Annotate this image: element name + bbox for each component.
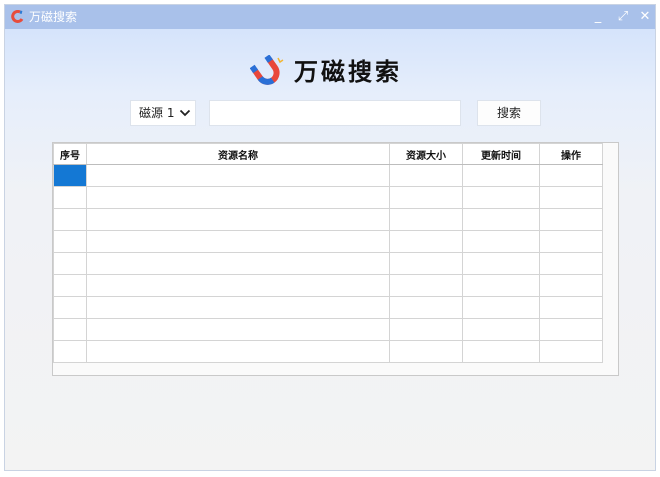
column-header-updated[interactable]: 更新时间 — [462, 143, 540, 165]
table-cell[interactable] — [53, 208, 87, 231]
title-bar[interactable]: 万磁搜索 _ ⤢ ✕ — [5, 5, 655, 29]
table-cell[interactable] — [389, 208, 463, 231]
table-cell[interactable] — [86, 340, 390, 363]
table-cell[interactable] — [462, 230, 540, 253]
table-cell[interactable] — [86, 274, 390, 297]
table-cell[interactable] — [86, 318, 390, 341]
table-cell[interactable] — [389, 296, 463, 319]
table-cell[interactable] — [389, 186, 463, 209]
table-row[interactable] — [53, 252, 603, 275]
table-cell[interactable] — [53, 186, 87, 209]
table-cell[interactable] — [86, 208, 390, 231]
window-title: 万磁搜索 — [29, 10, 78, 24]
table-cell[interactable] — [53, 296, 87, 319]
table-row[interactable] — [53, 230, 603, 253]
table-row[interactable] — [53, 340, 603, 363]
table-cell[interactable] — [53, 252, 87, 275]
table-cell[interactable] — [462, 208, 540, 231]
table-row[interactable] — [53, 296, 603, 319]
table-cell[interactable] — [539, 164, 603, 187]
table-cell[interactable] — [462, 164, 540, 187]
table-cell[interactable] — [53, 164, 87, 187]
search-button[interactable]: 搜索 — [477, 100, 541, 126]
maximize-button[interactable]: ⤢ — [614, 8, 632, 26]
table-row[interactable] — [53, 186, 603, 209]
table-cell[interactable] — [539, 230, 603, 253]
table-cell[interactable] — [53, 230, 87, 253]
magnet-icon — [11, 10, 24, 23]
table-row[interactable] — [53, 318, 603, 341]
table-cell[interactable] — [462, 186, 540, 209]
table-cell[interactable] — [389, 230, 463, 253]
table-cell[interactable] — [389, 274, 463, 297]
table-cell[interactable] — [86, 296, 390, 319]
table-row[interactable] — [53, 164, 603, 187]
magnet-icon — [250, 55, 284, 85]
column-header-size[interactable]: 资源大小 — [389, 143, 463, 165]
search-input[interactable] — [209, 100, 461, 126]
table-cell[interactable] — [53, 274, 87, 297]
column-header-index[interactable]: 序号 — [53, 143, 87, 165]
table-cell[interactable] — [539, 186, 603, 209]
minimize-button[interactable]: _ — [589, 8, 607, 26]
table-cell[interactable] — [53, 340, 87, 363]
table-cell[interactable] — [389, 340, 463, 363]
results-table: 序号 资源名称 资源大小 更新时间 操作 — [53, 143, 603, 363]
table-cell[interactable] — [539, 274, 603, 297]
table-cell[interactable] — [539, 340, 603, 363]
table-cell[interactable] — [539, 208, 603, 231]
table-cell[interactable] — [86, 230, 390, 253]
table-cell[interactable] — [86, 252, 390, 275]
chevron-down-icon — [179, 109, 191, 117]
table-cell[interactable] — [389, 164, 463, 187]
source-select-value: 磁源 1 — [139, 106, 175, 120]
table-cell[interactable] — [86, 164, 390, 187]
table-row[interactable] — [53, 208, 603, 231]
results-table-container[interactable]: 序号 资源名称 资源大小 更新时间 操作 — [52, 142, 619, 376]
close-button[interactable]: ✕ — [636, 8, 654, 26]
table-cell[interactable] — [86, 186, 390, 209]
table-header-row: 序号 资源名称 资源大小 更新时间 操作 — [53, 143, 603, 165]
table-cell[interactable] — [462, 252, 540, 275]
source-select[interactable]: 磁源 1 — [130, 100, 196, 126]
table-row[interactable] — [53, 274, 603, 297]
table-cell[interactable] — [462, 340, 540, 363]
table-cell[interactable] — [389, 318, 463, 341]
app-logo-title: 万磁搜索 — [294, 58, 402, 86]
table-cell[interactable] — [539, 296, 603, 319]
column-header-action[interactable]: 操作 — [539, 143, 603, 165]
horizontal-scrollbar[interactable] — [53, 369, 618, 375]
table-cell[interactable] — [53, 318, 87, 341]
table-cell[interactable] — [539, 252, 603, 275]
column-header-name[interactable]: 资源名称 — [86, 143, 390, 165]
table-cell[interactable] — [462, 274, 540, 297]
table-cell[interactable] — [539, 318, 603, 341]
table-cell[interactable] — [389, 252, 463, 275]
table-cell[interactable] — [462, 296, 540, 319]
table-cell[interactable] — [462, 318, 540, 341]
